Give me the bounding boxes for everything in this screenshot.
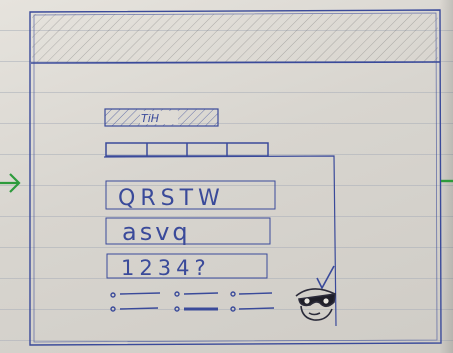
slider-rows xyxy=(110,291,275,312)
mini-title-text: TiH xyxy=(141,112,159,125)
captcha-text-2: asvq xyxy=(122,218,191,246)
captcha-text-1: QRSTW xyxy=(118,186,225,211)
captcha-box-3: 1234? xyxy=(106,253,268,280)
segmented-control xyxy=(105,142,269,157)
captcha-box-2: asvq xyxy=(105,217,271,246)
title-bar-hatched xyxy=(30,14,441,64)
captcha-text-3: 1234? xyxy=(121,256,211,280)
mini-title-bar: TiH xyxy=(104,108,219,127)
left-arrow-icon xyxy=(0,173,21,193)
wireframe-sketch: TiH QRSTW asvq 1234? xyxy=(0,9,453,346)
captcha-box-1: QRSTW xyxy=(105,180,276,211)
robot-face-doodle xyxy=(295,265,336,321)
